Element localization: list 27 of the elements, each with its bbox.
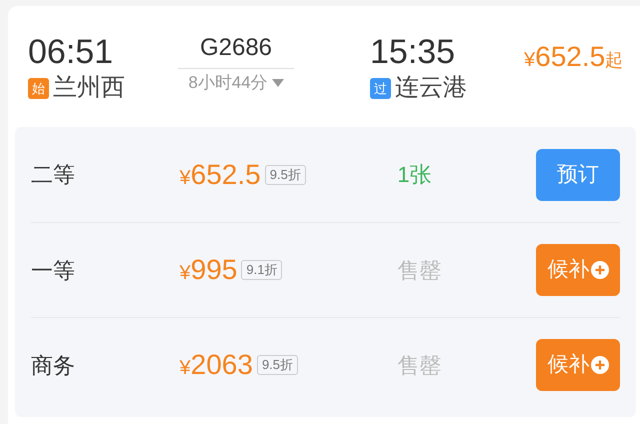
plus-icon <box>590 356 608 374</box>
duration-toggle[interactable]: 8小时44分 <box>188 71 284 95</box>
seat-class: 二等 <box>31 161 76 189</box>
discount-tag: 9.5折 <box>256 355 298 375</box>
plus-icon <box>590 261 608 279</box>
station-badge: 过 <box>370 78 391 98</box>
time-text: 15:35 <box>370 32 456 72</box>
seat-price: ¥652.5 <box>180 158 261 192</box>
seat-price: ¥2063 <box>180 348 253 382</box>
discount-tag: 9.1折 <box>241 260 282 280</box>
waitlist-button[interactable]: 候补 <box>536 244 620 296</box>
discount-tag: 9.5折 <box>264 164 306 184</box>
book-button[interactable]: 预订 <box>536 148 620 200</box>
waitlist-button[interactable]: 候补 <box>536 339 620 391</box>
train-number: G2686 <box>200 33 272 63</box>
lowest-price: ¥652.5起 <box>524 40 624 74</box>
availability-text: 售罄 <box>397 256 442 284</box>
seat-class: 商务 <box>31 352 76 380</box>
station-name: 兰州西 <box>53 73 125 103</box>
seat-class: 一等 <box>31 256 76 284</box>
caret-icon <box>272 79 284 87</box>
availability-text: 售罄 <box>397 352 442 380</box>
station-name: 连云港 <box>395 73 467 103</box>
seat-price: ¥995 <box>180 253 238 287</box>
availability-text: 1张 <box>397 161 433 189</box>
time-text: 06:51 <box>28 32 114 72</box>
station-badge: 始 <box>28 78 49 98</box>
